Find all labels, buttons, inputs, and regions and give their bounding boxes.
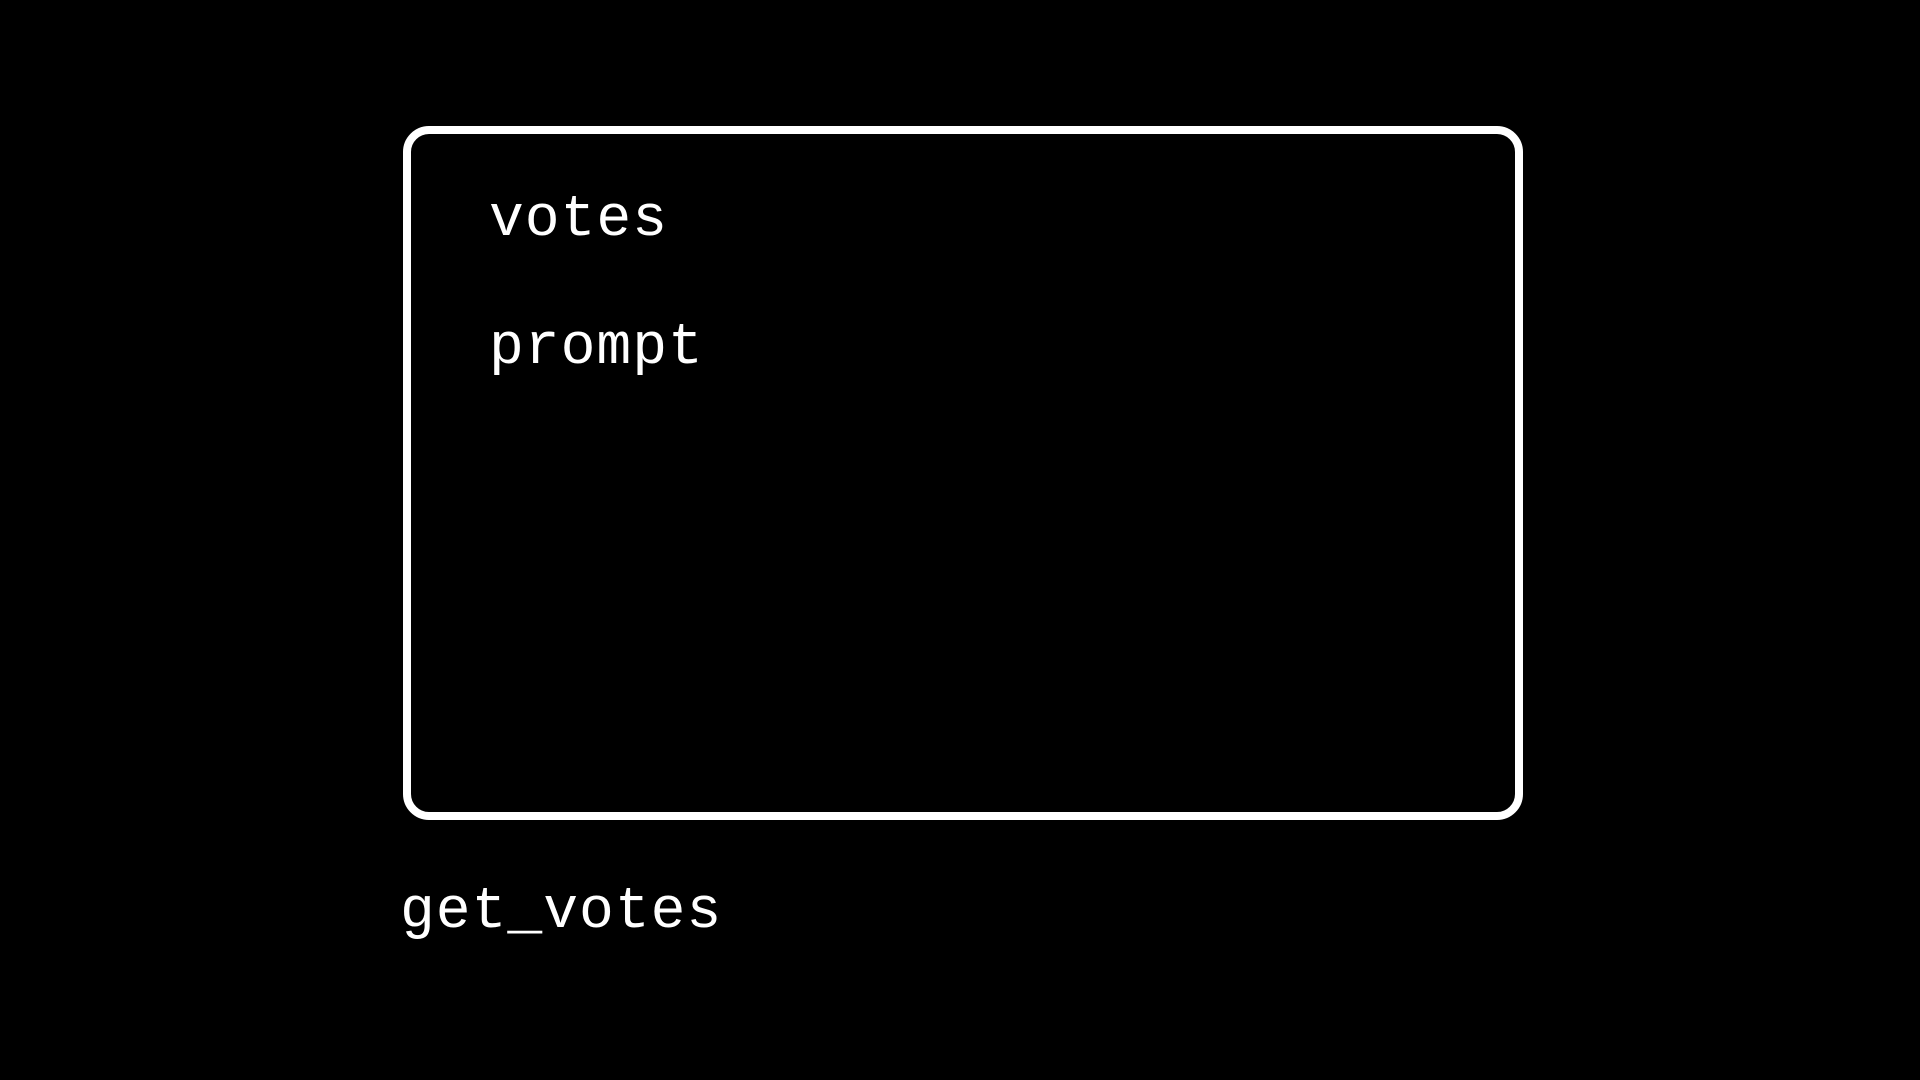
- function-name-label: get_votes: [400, 880, 722, 945]
- field-prompt: prompt: [489, 320, 1515, 378]
- field-votes: votes: [489, 192, 1515, 250]
- struct-box: votes prompt: [403, 126, 1523, 820]
